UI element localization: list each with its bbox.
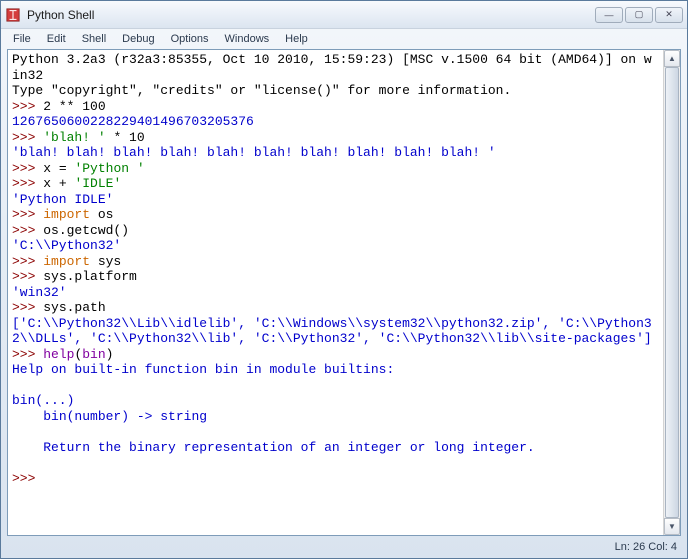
window-title: Python Shell	[27, 8, 595, 22]
paren: )	[106, 347, 114, 362]
prompt: >>>	[12, 176, 43, 191]
input-cmd: * 10	[106, 130, 145, 145]
vertical-scrollbar[interactable]: ▲ ▼	[663, 50, 680, 535]
input-cmd: x +	[43, 176, 74, 191]
prompt: >>>	[12, 130, 43, 145]
titlebar[interactable]: Python Shell — ▢ ✕	[1, 1, 687, 29]
scroll-down-button[interactable]: ▼	[664, 518, 680, 535]
shell-text-area[interactable]: Python 3.2a3 (r32a3:85355, Oct 10 2010, …	[8, 50, 663, 535]
output-line: 'blah! blah! blah! blah! blah! blah! bla…	[12, 145, 496, 160]
banner-line-2: Type "copyright", "credits" or "license(…	[12, 83, 511, 98]
output-line: Help on built-in function bin in module …	[12, 362, 394, 377]
scroll-track[interactable]	[664, 67, 680, 518]
output-line: 'C:\\Python32'	[12, 238, 121, 253]
prompt: >>>	[12, 347, 43, 362]
prompt: >>>	[12, 300, 43, 315]
menu-debug[interactable]: Debug	[114, 31, 162, 47]
output-line: Return the binary representation of an i…	[12, 440, 535, 455]
minimize-button[interactable]: —	[595, 7, 623, 23]
input-cmd: 2 ** 100	[43, 99, 105, 114]
string-literal: 'Python '	[74, 161, 144, 176]
scroll-thumb[interactable]	[665, 67, 679, 518]
menu-options[interactable]: Options	[163, 31, 217, 47]
input-cmd: os.getcwd()	[43, 223, 129, 238]
menu-file[interactable]: File	[5, 31, 39, 47]
keyword: import	[43, 254, 90, 269]
string-literal: 'IDLE'	[74, 176, 121, 191]
prompt: >>>	[12, 207, 43, 222]
prompt: >>>	[12, 161, 43, 176]
builtin: bin	[82, 347, 105, 362]
input-cmd: sys.path	[43, 300, 105, 315]
app-icon	[5, 7, 21, 23]
input-cmd: x =	[43, 161, 74, 176]
cursor-position: Ln: 26 Col: 4	[615, 541, 677, 553]
menu-windows[interactable]: Windows	[217, 31, 278, 47]
output-line: 1267650600228229401496703205376	[12, 114, 254, 129]
editor-frame: Python 3.2a3 (r32a3:85355, Oct 10 2010, …	[7, 49, 681, 536]
input-cmd: os	[90, 207, 113, 222]
banner-line-1: Python 3.2a3 (r32a3:85355, Oct 10 2010, …	[12, 52, 652, 83]
keyword: import	[43, 207, 90, 222]
menubar: File Edit Shell Debug Options Windows He…	[1, 29, 687, 49]
app-window: Python Shell — ▢ ✕ File Edit Shell Debug…	[0, 0, 688, 559]
output-line: ['C:\\Python32\\Lib\\idlelib', 'C:\\Wind…	[12, 316, 652, 347]
prompt: >>>	[12, 254, 43, 269]
prompt: >>>	[12, 269, 43, 284]
scroll-up-button[interactable]: ▲	[664, 50, 680, 67]
builtin: help	[43, 347, 74, 362]
output-line: bin(...)	[12, 393, 74, 408]
maximize-button[interactable]: ▢	[625, 7, 653, 23]
input-cmd: sys	[90, 254, 121, 269]
string-literal: 'blah! '	[43, 130, 105, 145]
prompt: >>>	[12, 223, 43, 238]
output-line: 'Python IDLE'	[12, 192, 113, 207]
menu-shell[interactable]: Shell	[74, 31, 114, 47]
input-cmd: sys.platform	[43, 269, 137, 284]
close-button[interactable]: ✕	[655, 7, 683, 23]
prompt: >>>	[12, 99, 43, 114]
window-controls: — ▢ ✕	[595, 7, 683, 23]
output-line: bin(number) -> string	[12, 409, 207, 424]
statusbar: Ln: 26 Col: 4	[1, 538, 687, 558]
prompt: >>>	[12, 471, 43, 486]
menu-edit[interactable]: Edit	[39, 31, 74, 47]
output-line: 'win32'	[12, 285, 67, 300]
menu-help[interactable]: Help	[277, 31, 316, 47]
